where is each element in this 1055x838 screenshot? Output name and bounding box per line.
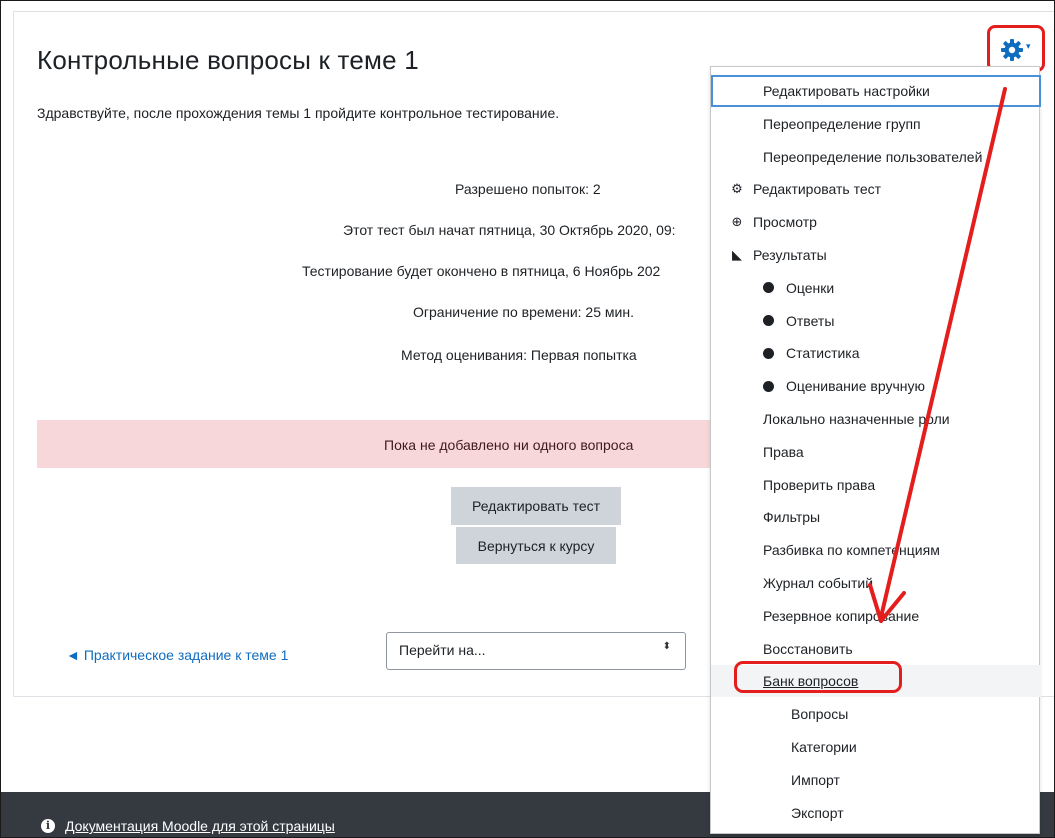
quiz-intro: Здравствуйте, после прохождения темы 1 п… [37,105,560,121]
info-icon: i [41,819,55,833]
settings-menu-item-label: Результаты [753,247,827,263]
moodle-docs-link[interactable]: i Документация Moodle для этой страницы [41,818,335,834]
settings-menu-item[interactable]: Восстановить [711,633,1041,665]
bullet-dot-icon [763,347,774,359]
settings-menu-item[interactable]: Права [711,436,1041,468]
settings-menu-item-label: Проверить права [763,476,876,493]
settings-menu-item-label: Оценки [786,279,835,296]
prev-arrow-icon: ◄ [66,647,80,663]
prev-activity-link[interactable]: ◄ Практическое задание к теме 1 [66,647,288,663]
settings-menu-item-label: Фильтры [763,509,821,526]
prev-activity-label: Практическое задание к теме 1 [83,647,289,663]
page-title: Контрольные вопросы к теме 1 [37,45,419,75]
settings-menu-item-label: Вопросы [791,706,849,723]
no-questions-alert-text: Пока не добавлено ни одного вопроса [384,437,634,453]
settings-menu-item[interactable]: Экспорт [711,797,1041,829]
settings-menu-item[interactable]: Разбивка по компетенциям [711,534,1041,566]
settings-menu-item[interactable]: Вопросы [711,698,1041,730]
settings-menu-item-label: Ответы [786,312,835,329]
settings-dropdown-menu: Редактировать настройки Переопределение г… [710,66,1041,834]
question-bank-annotation [734,661,902,693]
settings-menu-item[interactable]: Переопределение групп [711,108,1041,140]
quiz-grading-method: Метод оценивания: Первая попытка [401,347,637,363]
quiz-attempts-allowed: Разрешено попыток: 2 [455,181,601,197]
settings-menu-item-label: Переопределение групп [763,115,921,132]
settings-menu-item[interactable]: ⊕ Просмотр [711,206,1041,238]
settings-menu-item-label: Журнал событий [763,575,874,591]
settings-menu-item-label: Экспорт [791,804,844,821]
settings-menu-toggle[interactable]: ▾ [987,25,1045,72]
quiz-close-date: Тестирование будет окончено в пятница, 6… [302,263,661,279]
settings-menu-item[interactable]: Локально назначенные роли [711,403,1041,435]
settings-menu-item[interactable]: Категории [711,731,1041,763]
settings-menu-item[interactable]: ⚙ Редактировать тест [711,173,1041,205]
settings-menu-item[interactable]: Оценки [711,272,1041,304]
settings-menu-item-label: Восстановить [763,640,853,657]
settings-menu-item[interactable]: ◣ Результаты [711,239,1041,271]
bullet-dot-icon [763,282,774,294]
settings-menu-item-label: Импорт [791,771,840,788]
gear-icon [1001,39,1023,61]
settings-menu-item-label: Резервное копирование [763,607,920,624]
settings-menu-item[interactable]: Статистика [711,337,1041,369]
chevron-down-icon: ▾ [1026,41,1031,51]
quiz-open-date: Этот тест был начат пятница, 30 Октябрь … [343,222,676,238]
search-plus-icon: ⊕ [731,214,743,230]
settings-menu-item[interactable]: Оценивание вручную [711,370,1041,402]
settings-menu-item-label: Локально назначенные роли [763,411,950,427]
settings-menu-item-label: Оценивание вручную [786,378,925,395]
area-chart-icon: ◣ [732,247,742,262]
bullet-dot-icon [763,315,774,327]
settings-menu-item[interactable]: Импорт [711,764,1041,796]
settings-menu-item[interactable]: Редактировать настройки [711,75,1041,107]
quiz-time-limit: Ограничение по времени: 25 мин. [413,304,634,320]
settings-menu-item-label: Редактировать настройки [763,83,930,99]
settings-menu-item[interactable]: Журнал событий [711,567,1041,599]
settings-menu-item-label: Разбивка по компетенциям [763,542,940,559]
settings-menu-item[interactable]: Ответы [711,305,1041,337]
settings-menu-item[interactable]: Переопределение пользователей [711,141,1041,173]
moodle-docs-label: Документация Moodle для этой страницы [65,818,335,834]
settings-menu-item-label: Переопределение пользователей [763,148,983,165]
jump-to-value: Перейти на... [399,642,486,658]
settings-menu-item[interactable]: Резервное копирование [711,600,1041,632]
settings-menu-item[interactable]: Фильтры [711,501,1041,533]
back-to-course-button[interactable]: Вернуться к курсу [456,527,616,564]
settings-menu-item-label: Права [763,443,804,460]
browser-frame: Контрольные вопросы к теме 1 Здравствуйт… [0,0,1055,838]
settings-menu-item-label: Просмотр [753,214,817,231]
edit-quiz-button[interactable]: Редактировать тест [451,487,621,525]
gear-icon: ⚙ [731,181,743,197]
jump-to-select[interactable]: Перейти на... ⬍ [386,632,686,670]
settings-menu-item[interactable]: Проверить права [711,469,1041,501]
settings-menu-item-label: Редактировать тест [753,181,882,198]
settings-menu-item-label: Статистика [786,345,860,362]
settings-menu-item-label: Категории [791,739,857,755]
select-caret-icon: ⬍ [662,641,671,652]
bullet-dot-icon [763,380,774,392]
